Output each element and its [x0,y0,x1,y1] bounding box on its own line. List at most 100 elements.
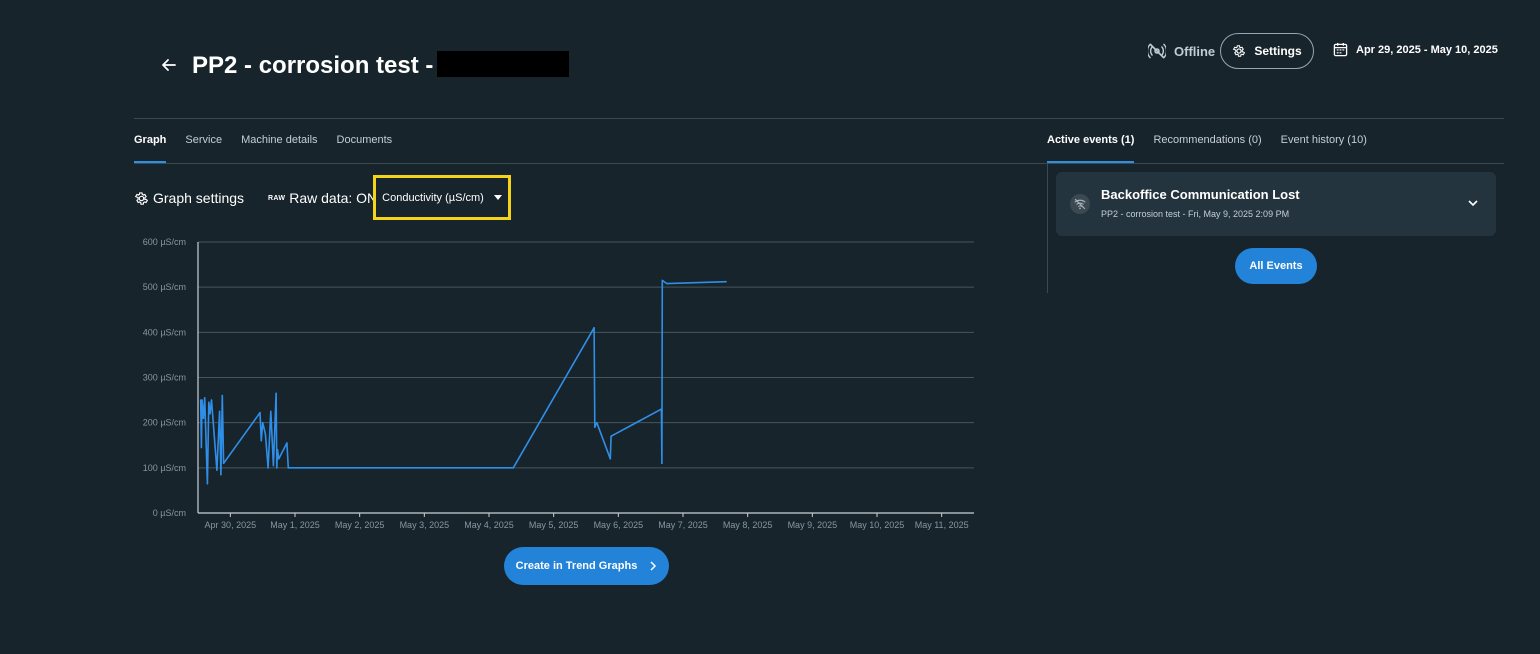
tab-documents-label: Documents [336,134,393,146]
data-point [287,467,290,469]
settings-label: Settings [1254,44,1302,58]
redacted-serial [437,51,570,77]
data-point [260,439,263,442]
data-point [278,458,280,460]
graph-settings-button[interactable]: Graph settings [134,190,244,206]
data-point [595,421,598,424]
data-point [276,448,279,451]
caret-down-icon [493,195,502,200]
data-point [209,412,211,415]
x-tick-label: Apr 30, 2025 [205,520,257,530]
data-point [203,397,206,399]
x-tick-label: May 8, 2025 [723,520,773,530]
data-point [207,401,210,404]
all-events-label: All Events [1249,260,1303,272]
gear-icon [134,191,149,205]
x-tick-label: May 4, 2025 [464,520,514,530]
data-point [286,442,288,444]
create-trend-graphs-button[interactable]: Create in Trend Graphs [504,547,669,585]
tab-graph[interactable]: Graph [134,134,167,163]
data-point [216,469,218,471]
chevron-down-icon[interactable] [1466,196,1480,210]
data-point [593,327,595,329]
data-point [210,399,213,401]
data-point [269,410,272,413]
data-point [259,411,261,414]
y-tick-label: 100 µS/cm [143,463,186,473]
data-point [512,467,515,469]
data-point [593,426,596,428]
data-point [202,417,205,419]
x-tick-label: May 6, 2025 [594,520,644,530]
all-events-button[interactable]: All Events [1235,248,1317,284]
raw-data-label: Raw data: ON [289,190,378,206]
data-point [222,462,225,465]
data-point [221,394,224,397]
settings-button[interactable]: Settings [1220,33,1314,69]
tab-event-history[interactable]: Event history (10) [1281,134,1367,163]
data-point [272,464,275,467]
event-subtitle: PP2 - corrosion test - Fri, May 9, 2025 … [1101,209,1290,219]
x-tick-label: May 1, 2025 [270,520,320,530]
x-tick-label: May 3, 2025 [400,520,450,530]
tabs-divider [134,163,1504,164]
data-point [220,473,222,476]
date-range-picker[interactable]: Apr 29, 2025 - May 10, 2025 [1333,42,1498,57]
x-tick-label: May 2, 2025 [335,520,385,530]
tab-graph-label: Graph [134,134,167,146]
page-title: PP2 - corrosion test - [192,51,570,80]
data-point [206,482,209,485]
panel-divider [1047,163,1048,293]
event-card[interactable]: Backoffice Communication Lost PP2 - corr… [1056,172,1496,236]
conductivity-series-line [199,279,727,485]
gear-icon [1233,45,1246,57]
back-arrow-icon[interactable] [160,56,178,74]
parameter-dropdown[interactable]: Conductivity (µS/cm) [373,175,511,220]
offline-status: Offline [1148,42,1215,60]
header-divider [134,118,1504,119]
tab-service[interactable]: Service [185,134,222,163]
tab-active-events[interactable]: Active events (1) [1047,134,1135,163]
tab-active-events-label: Active events (1) [1047,134,1135,146]
y-tick-label: 200 µS/cm [143,418,186,428]
data-point [200,446,203,449]
x-tick-label: May 9, 2025 [788,520,838,530]
data-point [725,280,727,283]
event-tabs: Active events (1) Recommendations (0) Ev… [1047,134,1386,163]
date-range-label: Apr 29, 2025 - May 10, 2025 [1356,43,1498,56]
x-tick-label: May 7, 2025 [658,520,708,530]
offline-label: Offline [1174,43,1216,59]
tab-event-history-label: Event history (10) [1280,134,1367,146]
data-point [201,399,203,401]
tab-documents[interactable]: Documents [337,134,393,163]
y-tick-label: 500 µS/cm [143,282,186,292]
data-point [666,282,668,285]
x-tick-label: May 10, 2025 [850,520,905,530]
data-point [261,421,264,424]
data-point [275,392,277,395]
calendar-icon [1333,42,1348,57]
graph-settings-label: Graph settings [153,190,245,206]
data-point [264,433,267,435]
raw-data-toggle[interactable]: RAW Raw data: ON [268,190,377,206]
offline-signal-icon [1148,43,1166,59]
tab-machine-details-label: Machine details [241,134,318,146]
chevron-right-icon [650,561,657,571]
conductivity-chart: 0 µS/cm 100 µS/cm 200 µS/cm 300 µS/cm 400 µS… [143,237,974,530]
raw-icon: RAW [268,194,286,202]
tab-machine-details[interactable]: Machine details [241,134,317,163]
y-tick-label: 300 µS/cm [143,373,186,383]
x-tick-label: May 11, 2025 [915,520,969,530]
data-point [660,408,663,410]
wifi-off-icon [1070,194,1090,214]
tab-recommendations[interactable]: Recommendations (0) [1153,134,1261,163]
data-point [610,435,612,438]
y-tick-label: 0 µS/cm [153,508,186,518]
tab-service-label: Service [185,134,223,146]
parameter-dropdown-value: Conductivity (µS/cm) [382,191,484,204]
x-tick-label: May 5, 2025 [529,520,579,530]
data-point [218,410,221,413]
data-point [276,467,278,469]
data-point [661,279,664,282]
event-title: Backoffice Communication Lost [1101,187,1300,202]
